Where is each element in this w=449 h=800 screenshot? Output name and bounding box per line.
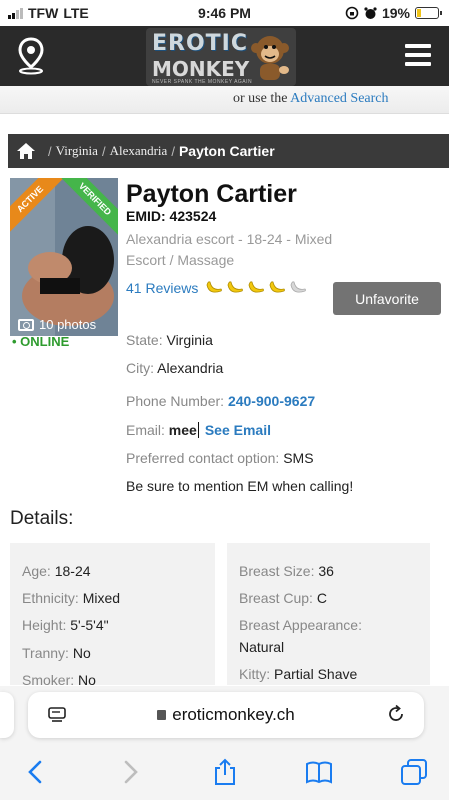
detail-value: 5'-5'4": [70, 617, 109, 633]
camera-icon: [18, 318, 34, 331]
email-field: Email: mee See Email: [126, 422, 271, 438]
logo-tagline: NEVER SPANK THE MONKEY AGAIN: [152, 79, 253, 85]
detail-value: No: [72, 645, 91, 661]
previous-tab-edge[interactable]: [0, 692, 14, 738]
site-logo[interactable]: EROTIC MONKEY NEVER SPANK THE MONKEY AGA…: [146, 28, 296, 86]
banana-icon: [227, 281, 244, 293]
phone-field: Phone Number: 240-900-9627: [126, 393, 315, 409]
detail-value: 18-24: [54, 563, 91, 579]
phone-key: Phone Number:: [126, 393, 225, 409]
profile-photo[interactable]: ACTIVE VERIFIED 10 photos: [10, 178, 118, 336]
detail-row: Ethnicity: Mixed: [22, 590, 120, 606]
detail-row: Breast Appearance:: [239, 617, 362, 633]
email-value[interactable]: mee: [169, 422, 197, 438]
profile-description: Alexandria escort - 18-24 - Mixed Escort…: [126, 231, 333, 268]
url-text[interactable]: eroticmonkey.ch: [172, 705, 295, 724]
home-icon[interactable]: [16, 142, 36, 160]
detail-row: Natural: [239, 639, 284, 655]
rating-bananas: [204, 279, 308, 297]
detail-key: Tranny:: [22, 645, 69, 661]
hamburger-menu-icon[interactable]: [405, 42, 431, 68]
back-icon[interactable]: [22, 758, 50, 786]
see-email-link[interactable]: See Email: [205, 422, 271, 438]
alarm-icon: [364, 6, 377, 19]
detail-key: Breast Appearance:: [239, 617, 362, 633]
location-pin-icon[interactable]: [16, 37, 46, 75]
breadcrumb-current: Payton Cartier: [178, 143, 275, 159]
detail-value: Partial Shave: [274, 666, 358, 682]
rotation-lock-icon: [345, 6, 359, 20]
profile-name: Payton Cartier: [126, 180, 297, 208]
contact-value: SMS: [283, 450, 314, 466]
battery-percent: 19%: [381, 5, 410, 21]
banana-icon: [269, 281, 286, 293]
detail-row: Breast Size: 36: [239, 563, 334, 579]
detail-value: Mixed: [82, 590, 121, 606]
detail-row: Smoker: No: [22, 672, 96, 685]
logo-text-2: MONKEY: [152, 57, 250, 81]
contact-key: Preferred contact option:: [126, 450, 280, 466]
address-bar[interactable]: eroticmonkey.ch: [28, 692, 424, 738]
details-heading: Details:: [10, 508, 74, 529]
banana-icon: [206, 281, 223, 293]
detail-value: No: [78, 672, 96, 685]
reviews-link[interactable]: 41 Reviews: [126, 280, 198, 296]
city-key: City:: [126, 360, 154, 376]
state-value: Virginia: [166, 332, 213, 348]
status-bar: TFW LTE 9:46 PM 19%: [0, 0, 449, 26]
bookmarks-icon[interactable]: [305, 758, 333, 786]
browser-address-area: eroticmonkey.ch: [0, 686, 449, 744]
detail-row: Tranny: No: [22, 645, 91, 661]
advanced-prefix: or use the: [233, 91, 288, 106]
details-card-left: Age: 18-24 Ethnicity: Mixed Height: 5'-5…: [10, 543, 215, 685]
photo-count: 10 photos: [39, 317, 97, 332]
profile-emid: EMID: 423524: [126, 208, 217, 224]
online-label: ONLINE: [20, 334, 70, 349]
detail-key: Smoker:: [22, 672, 75, 685]
banana-icon: [290, 281, 307, 293]
detail-value: C: [316, 590, 327, 606]
tabs-icon[interactable]: [400, 758, 428, 786]
advanced-search-link[interactable]: Advanced Search: [290, 91, 388, 106]
detail-key: Height:: [22, 617, 67, 633]
detail-key: Breast Size:: [239, 563, 315, 579]
battery-icon: [415, 7, 442, 19]
breadcrumb: / Virginia / Alexandria / Payton Cartier: [8, 134, 449, 168]
mention-note: Be sure to mention EM when calling!: [126, 478, 354, 494]
state-field: State: Virginia: [126, 332, 213, 348]
banana-icon: [248, 281, 265, 293]
site-header: EROTIC MONKEY NEVER SPANK THE MONKEY AGA…: [0, 26, 449, 86]
detail-row: Age: 18-24: [22, 563, 91, 579]
breadcrumb-city[interactable]: Alexandria: [110, 143, 168, 159]
detail-value: Natural: [239, 639, 285, 655]
detail-key: Breast Cup:: [239, 590, 313, 606]
lock-icon: [157, 710, 167, 720]
email-key: Email:: [126, 422, 165, 438]
phone-link[interactable]: 240-900-9627: [228, 393, 315, 409]
detail-key: Kitty:: [239, 666, 271, 682]
detail-row: Height: 5'-5'4": [22, 617, 109, 633]
online-status: • ONLINE: [12, 334, 70, 349]
state-key: State:: [126, 332, 163, 348]
share-icon[interactable]: [211, 758, 239, 786]
breadcrumb-state[interactable]: Virginia: [56, 143, 98, 159]
detail-row: Breast Cup: C: [239, 590, 327, 606]
browser-toolbar: [0, 744, 449, 800]
advanced-search-row: or use the Advanced Search: [0, 86, 449, 114]
detail-row: Kitty: Partial Shave: [239, 666, 357, 682]
forward-icon[interactable]: [116, 758, 144, 786]
logo-text-1: EROTIC: [152, 31, 249, 56]
monkey-mascot-icon: [251, 36, 289, 80]
reload-icon[interactable]: [386, 704, 406, 724]
city-field: City: Alexandria: [126, 360, 223, 376]
detail-key: Ethnicity:: [22, 590, 79, 606]
contact-option-field: Preferred contact option: SMS: [126, 450, 314, 466]
details-card-right: Breast Size: 36 Breast Cup: C Breast App…: [227, 543, 430, 685]
detail-key: Age:: [22, 563, 51, 579]
unfavorite-button[interactable]: Unfavorite: [333, 282, 441, 315]
city-value: Alexandria: [157, 360, 224, 376]
reviews-row: 41 Reviews: [126, 279, 308, 297]
detail-value: 36: [318, 563, 334, 579]
